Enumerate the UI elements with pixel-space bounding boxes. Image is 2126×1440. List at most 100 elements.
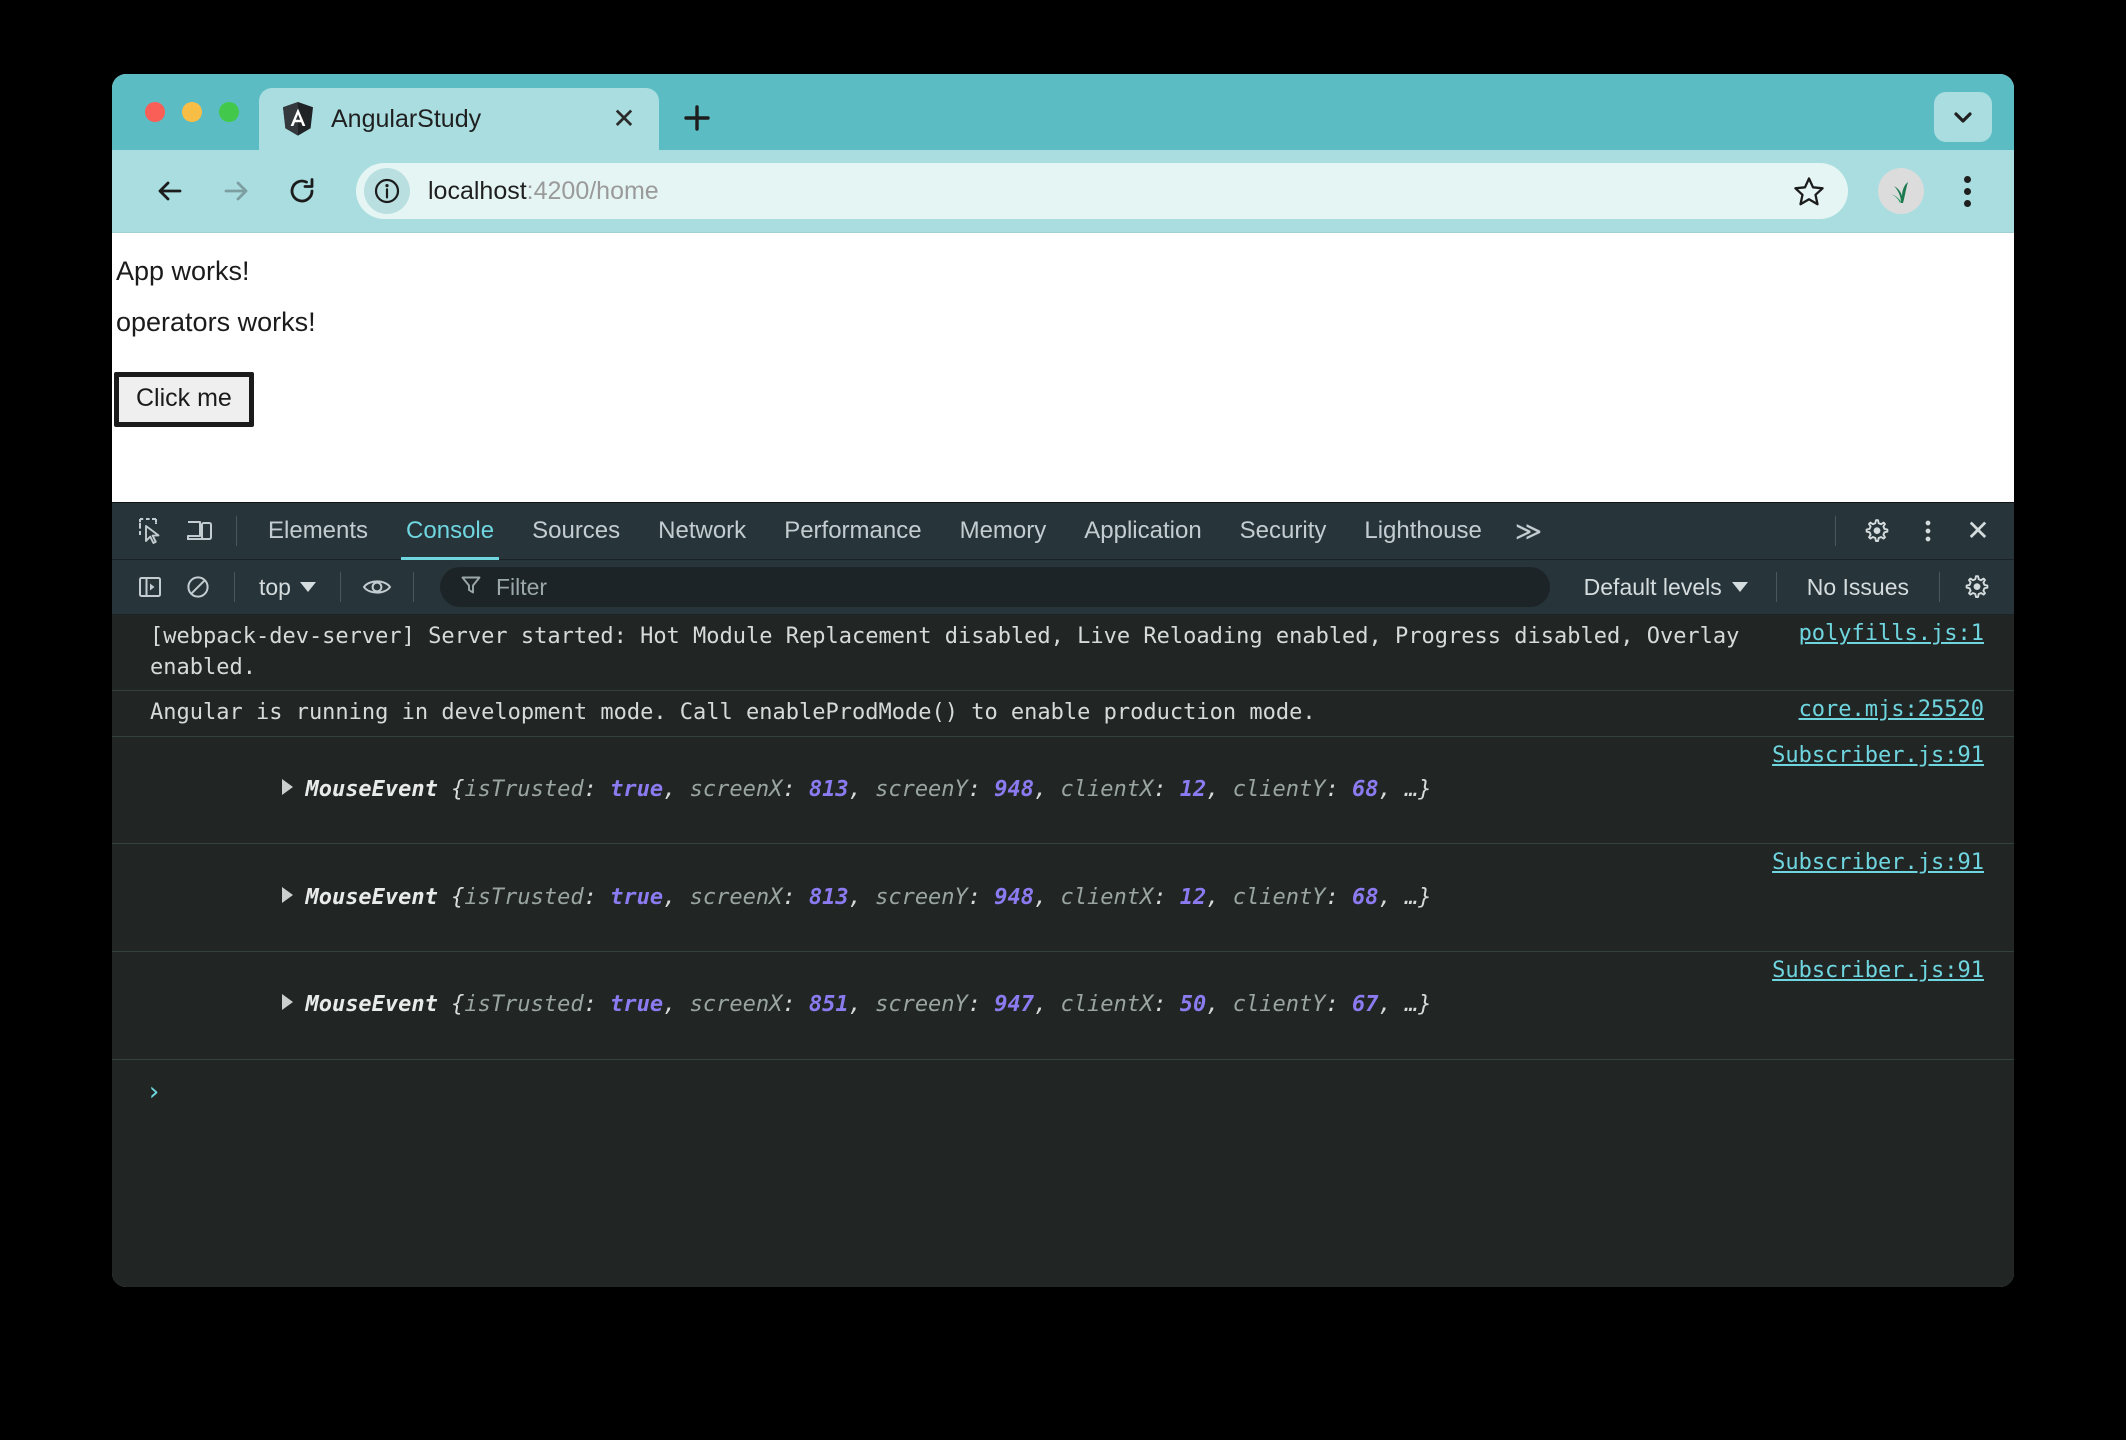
star-icon[interactable] [1784,166,1834,216]
console-log-row[interactable]: MouseEvent {isTrusted: true, screenX: 81… [112,737,2014,845]
object-value: 948 [994,885,1034,910]
tab-application[interactable]: Application [1065,503,1220,560]
expand-object-triangle-icon[interactable] [282,994,293,1010]
console-log-row[interactable]: MouseEvent {isTrusted: true, screenX: 85… [112,952,2014,1060]
close-window-button[interactable] [145,102,165,122]
console-object-preview: MouseEvent {isTrusted: true, screenX: 81… [112,743,1750,837]
live-expression-icon[interactable] [353,565,401,609]
site-info-icon[interactable] [364,168,410,214]
back-button[interactable] [142,163,198,219]
console-prompt[interactable]: › [112,1060,2014,1112]
object-value: 68 [1352,885,1379,910]
console-levels-dropdown[interactable]: Default levels [1568,574,1764,601]
object-key: clientX [1061,777,1154,802]
divider [1939,572,1940,602]
more-tabs-button[interactable]: ≫ [1501,516,1556,547]
divider [234,572,235,602]
inspect-element-icon[interactable] [128,509,176,553]
chevron-down-icon [300,582,316,592]
object-key: screenX [690,777,783,802]
console-log-row[interactable]: MouseEvent {isTrusted: true, screenX: 81… [112,844,2014,952]
chevron-down-icon [1732,582,1748,592]
object-key: clientX [1061,992,1154,1017]
filter-icon [460,574,482,601]
profile-avatar[interactable] [1878,168,1924,214]
tab-lighthouse[interactable]: Lighthouse [1345,503,1500,560]
divider [236,516,237,546]
console-context-label: top [259,574,291,601]
close-tab-button[interactable]: ✕ [607,102,641,136]
object-key: clientY [1233,885,1326,910]
object-value: true [610,992,663,1017]
object-key: screenX [690,885,783,910]
object-type-name: MouseEvent [305,885,437,910]
forward-button[interactable] [208,163,264,219]
console-filter-input[interactable]: Filter [440,567,1550,607]
issues-button[interactable]: No Issues [1789,574,1927,601]
devtools-more-options-button[interactable] [1904,509,1952,553]
console-sidebar-icon[interactable] [126,565,174,609]
console-source-link[interactable]: core.mjs:25520 [1777,697,2014,722]
angular-logo-icon [281,101,315,137]
expand-object-triangle-icon[interactable] [282,779,293,795]
browser-toolbar: localhost:4200/home [112,150,2014,232]
console-output[interactable]: [webpack-dev-server] Server started: Hot… [112,615,2014,1287]
tab-network[interactable]: Network [639,503,765,560]
object-value: 948 [994,777,1034,802]
click-me-button[interactable]: Click me [114,372,254,427]
object-key: clientY [1233,777,1326,802]
tab-security[interactable]: Security [1221,503,1346,560]
console-settings-gear-icon[interactable] [1952,565,2000,609]
console-log-row[interactable]: [webpack-dev-server] Server started: Hot… [112,615,2014,691]
close-devtools-button[interactable]: ✕ [1956,509,2000,553]
object-key: isTrusted [464,992,583,1017]
object-value: 12 [1180,777,1207,802]
object-ellipsis: … [1405,777,1418,802]
kebab-dot [1964,176,1971,183]
tab-memory[interactable]: Memory [941,503,1066,560]
object-key: clientY [1233,992,1326,1017]
kebab-dot [1964,200,1971,207]
object-key: clientX [1061,885,1154,910]
url-text: localhost:4200/home [428,177,659,206]
object-value: true [610,885,663,910]
minimize-window-button[interactable] [182,102,202,122]
object-key: screenY [875,885,968,910]
tab-search-area [1934,92,1992,142]
tab-title: AngularStudy [331,105,591,134]
tab-elements[interactable]: Elements [249,503,387,560]
clear-console-icon[interactable] [174,565,222,609]
devtools-panel: Elements Console Sources Network Perform… [112,502,2014,1287]
console-source-link[interactable]: polyfills.js:1 [1777,621,2014,646]
chevron-down-icon[interactable] [1934,92,1992,142]
console-log-row[interactable]: Angular is running in development mode. … [112,691,2014,736]
object-ellipsis: … [1405,885,1418,910]
new-tab-button[interactable] [669,90,725,146]
maximize-window-button[interactable] [219,102,239,122]
reload-button[interactable] [274,163,330,219]
device-toolbar-icon[interactable] [176,509,224,553]
page-heading-app: App works! [114,253,2014,290]
page-viewport: App works! operators works! Click me [112,232,2014,502]
console-context-selector[interactable]: top [247,574,328,601]
kebab-dot [1964,188,1971,195]
tab-performance[interactable]: Performance [765,503,940,560]
expand-object-triangle-icon[interactable] [282,887,293,903]
address-bar[interactable]: localhost:4200/home [356,163,1848,219]
console-message-text: Angular is running in development mode. … [112,697,1777,728]
devtools-tabbar: Elements Console Sources Network Perform… [112,503,2014,560]
gear-icon[interactable] [1852,509,1900,553]
browser-menu-button[interactable] [1944,163,1990,219]
console-source-link[interactable]: Subscriber.js:91 [1750,743,2014,768]
browser-tab-angularstudy[interactable]: AngularStudy ✕ [259,88,659,150]
console-object-preview: MouseEvent {isTrusted: true, screenX: 81… [112,850,1750,944]
url-path: :4200/home [527,177,659,205]
console-source-link[interactable]: Subscriber.js:91 [1750,850,2014,875]
browser-tab-strip: AngularStudy ✕ [112,74,2014,150]
tab-console[interactable]: Console [387,503,513,560]
console-levels-label: Default levels [1584,574,1722,601]
tab-sources[interactable]: Sources [513,503,639,560]
console-source-link[interactable]: Subscriber.js:91 [1750,958,2014,983]
divider [1835,516,1836,546]
divider [1776,572,1777,602]
